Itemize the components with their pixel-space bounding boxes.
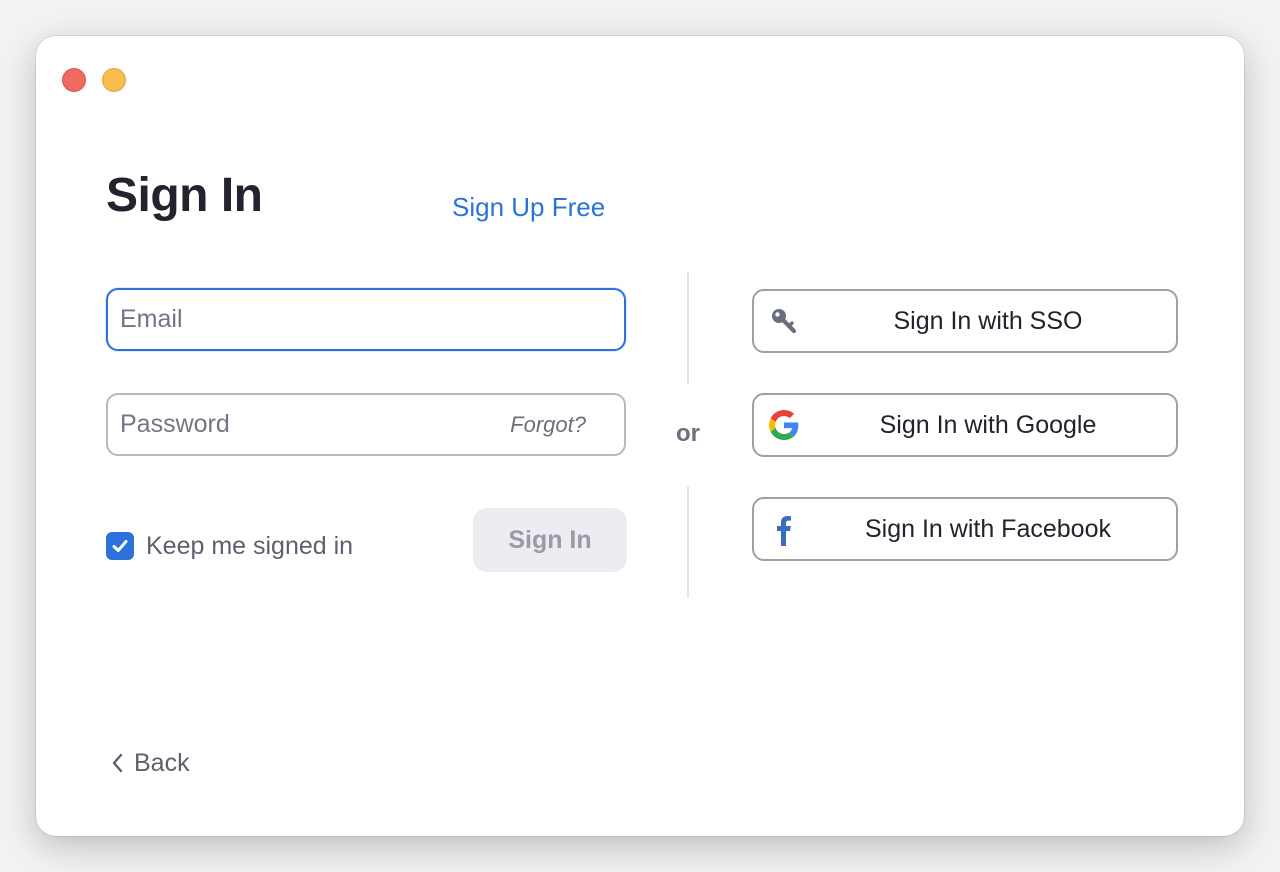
- keep-signed-in-checkbox[interactable]: [106, 532, 134, 560]
- chevron-left-icon: [112, 753, 123, 773]
- minimize-window-button[interactable]: [102, 68, 126, 92]
- sign-in-google-label: Sign In with Google: [879, 411, 1097, 439]
- sign-in-sso-button[interactable]: Sign In with SSO: [752, 289, 1178, 353]
- back-button[interactable]: Back: [110, 746, 190, 780]
- page-title: Sign In: [106, 169, 263, 222]
- email-field[interactable]: [106, 288, 626, 351]
- keep-signed-in: Keep me signed in: [106, 531, 353, 561]
- password-field[interactable]: Forgot?: [106, 393, 626, 456]
- password-input[interactable]: [120, 395, 500, 454]
- keep-signed-in-label[interactable]: Keep me signed in: [146, 532, 353, 561]
- divider-bottom: [687, 486, 689, 598]
- sign-up-free-link[interactable]: Sign Up Free: [452, 190, 605, 224]
- email-input[interactable]: [120, 290, 500, 349]
- sign-in-facebook-label: Sign In with Facebook: [865, 515, 1111, 543]
- desktop: Sign In Sign Up Free Forgot? Keep me sig…: [0, 0, 1280, 872]
- key-icon: [768, 305, 800, 337]
- facebook-icon: [768, 513, 800, 546]
- checkmark-icon: [112, 540, 128, 552]
- sign-in-window: Sign In Sign Up Free Forgot? Keep me sig…: [36, 36, 1244, 836]
- back-label: Back: [134, 748, 190, 777]
- forgot-password-link[interactable]: Forgot?: [510, 412, 586, 438]
- sign-in-button[interactable]: Sign In: [473, 508, 627, 572]
- google-icon: [768, 409, 800, 441]
- close-window-button[interactable]: [62, 68, 86, 92]
- sign-in-sso-label: Sign In with SSO: [893, 307, 1083, 335]
- sign-in-facebook-button[interactable]: Sign In with Facebook: [752, 497, 1178, 561]
- or-separator: or: [676, 420, 700, 447]
- sign-in-google-button[interactable]: Sign In with Google: [752, 393, 1178, 457]
- divider-top: [687, 272, 689, 384]
